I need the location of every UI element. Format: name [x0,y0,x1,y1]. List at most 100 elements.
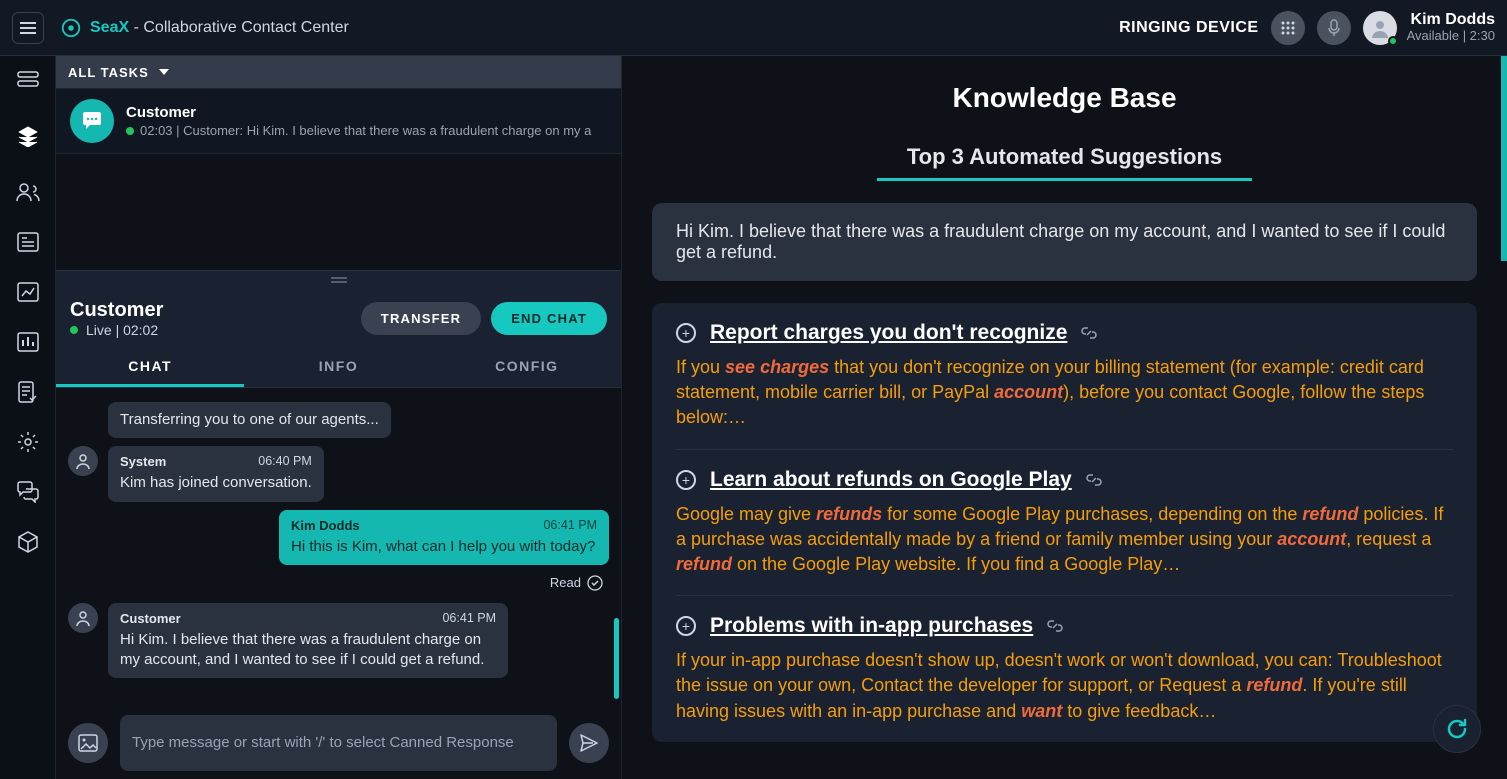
live-dot [70,326,78,334]
tasks-icon [17,71,39,89]
user-name: Kim Dodds [1407,11,1495,29]
customer-avatar [68,603,98,633]
end-chat-button[interactable]: END CHAT [491,302,607,335]
people-icon [16,182,40,202]
ringing-device-label: RINGING DEVICE [1119,19,1258,37]
presence-dot [1388,36,1398,46]
task-item[interactable]: Customer 02:03 | Customer: Hi Kim. I bel… [56,88,621,154]
user-avatar [1363,11,1397,45]
chat-bubbles-icon [16,481,40,503]
app-logo: SeaX - Collaborative Contact Center [60,17,349,39]
nav-forms[interactable] [14,228,42,256]
system-message: System 06:40 PM Kim has joined conversati… [108,446,324,501]
kb-article-link[interactable]: Report charges you don't recognize [710,321,1067,345]
kb-suggestions: + Report charges you don't recognize If … [652,303,1477,742]
chat-channel-icon [70,99,114,143]
all-tasks-dropdown[interactable]: ALL TASKS [56,56,621,88]
task-title: Customer [126,104,607,121]
transfer-button[interactable]: TRANSFER [361,302,481,335]
kb-search-query: Hi Kim. I believe that there was a fraud… [652,203,1477,281]
menu-button[interactable] [12,12,44,44]
message-time: 06:41 PM [543,518,597,533]
message-body: Transferring you to one of our agents... [120,410,379,430]
expand-button[interactable]: + [676,323,696,343]
resize-handle[interactable] [56,271,621,289]
knowledge-base-pane: Knowledge Base Top 3 Automated Suggestio… [622,56,1507,779]
input-placeholder: Type message or start with '/' to select… [132,733,514,753]
kb-snippet: Google may give refunds for some Google … [676,502,1453,578]
expand-button[interactable]: + [676,470,696,490]
microphone-button[interactable] [1317,11,1351,45]
kb-suggestion: + Report charges you don't recognize If … [676,321,1453,450]
message-input[interactable]: Type message or start with '/' to select… [120,715,557,771]
tab-chat[interactable]: CHAT [56,348,244,387]
kb-suggestion: + Learn about refunds on Google Play Goo… [676,468,1453,597]
seax-logo-icon [60,17,82,39]
chat-title: Customer [70,299,163,322]
tasks-pane: ALL TASKS Customer 02:03 | Customer: Hi … [56,56,622,779]
tab-config[interactable]: CONFIG [433,348,621,387]
person-icon [74,609,92,627]
kb-snippet: If your in-app purchase doesn't show up,… [676,648,1453,724]
message-body: Kim has joined conversation. [120,473,312,493]
nav-reports[interactable] [14,328,42,356]
dialpad-button[interactable] [1271,11,1305,45]
link-icon [1086,472,1102,488]
refresh-button[interactable] [1433,705,1481,753]
message-sender: Kim Dodds [291,518,360,533]
system-message: Transferring you to one of our agents... [108,402,391,438]
layers-icon [17,125,39,147]
dialpad-icon [1280,20,1296,36]
caret-down-icon [159,69,169,75]
link-icon [1047,618,1063,634]
microphone-icon [1326,19,1342,37]
message-time: 06:40 PM [258,454,312,469]
chat-transcript: Transferring you to one of our agents...… [56,388,621,779]
task-preview: 02:03 | Customer: Hi Kim. I believe that… [140,123,591,138]
message-sender: System [120,454,166,469]
chat-status: Live | 02:02 [86,322,158,338]
nav-checklist[interactable] [14,378,42,406]
kb-title: Knowledge Base [652,82,1477,114]
nav-settings[interactable] [14,428,42,456]
nav-contacts[interactable] [14,178,42,206]
nav-layers[interactable] [8,116,48,156]
brand-name: SeaX [90,19,129,36]
read-check-icon [587,575,603,591]
attach-button[interactable] [68,723,108,763]
refresh-icon [1444,716,1470,742]
form-icon [17,232,39,252]
avatar-placeholder-icon [1368,16,1392,40]
user-menu[interactable]: Kim Dodds Available | 2:30 [1363,11,1495,45]
tab-info[interactable]: INFO [244,348,432,387]
kb-article-link[interactable]: Learn about refunds on Google Play [710,468,1072,492]
kb-subtitle: Top 3 Automated Suggestions [877,144,1252,181]
checklist-icon [18,381,38,403]
nav-chat[interactable] [14,478,42,506]
bars-icon [17,332,39,352]
customer-message: Customer06:41 PM Hi Kim. I believe that … [108,603,508,679]
person-icon [74,452,92,470]
brand-subtitle: - Collaborative Contact Center [129,19,349,36]
chart-icon [17,282,39,302]
kb-snippet: If you see charges that you don't recogn… [676,355,1453,431]
send-icon [579,733,599,753]
chat-scrollbar[interactable] [614,618,619,699]
chat-tabs: CHAT INFO CONFIG [56,348,621,388]
nav-integrations[interactable] [14,528,42,556]
chat-panel-header: Customer Live | 02:02 TRANSFER END CHAT … [56,270,621,388]
user-status: Available | 2:30 [1407,29,1495,44]
send-button[interactable] [569,723,609,763]
nav-tasks[interactable] [14,66,42,94]
message-composer: Type message or start with '/' to select… [68,715,609,771]
nav-analytics[interactable] [14,278,42,306]
expand-button[interactable]: + [676,616,696,636]
kb-article-link[interactable]: Problems with in-app purchases [710,614,1033,638]
read-receipt: Read [68,573,609,595]
image-icon [78,734,98,752]
kb-suggestion: + Problems with in-app purchases If your… [676,614,1453,742]
link-icon [1081,325,1097,341]
message-time: 06:41 PM [442,611,496,626]
grip-icon [331,276,347,284]
icon-rail [0,56,56,779]
